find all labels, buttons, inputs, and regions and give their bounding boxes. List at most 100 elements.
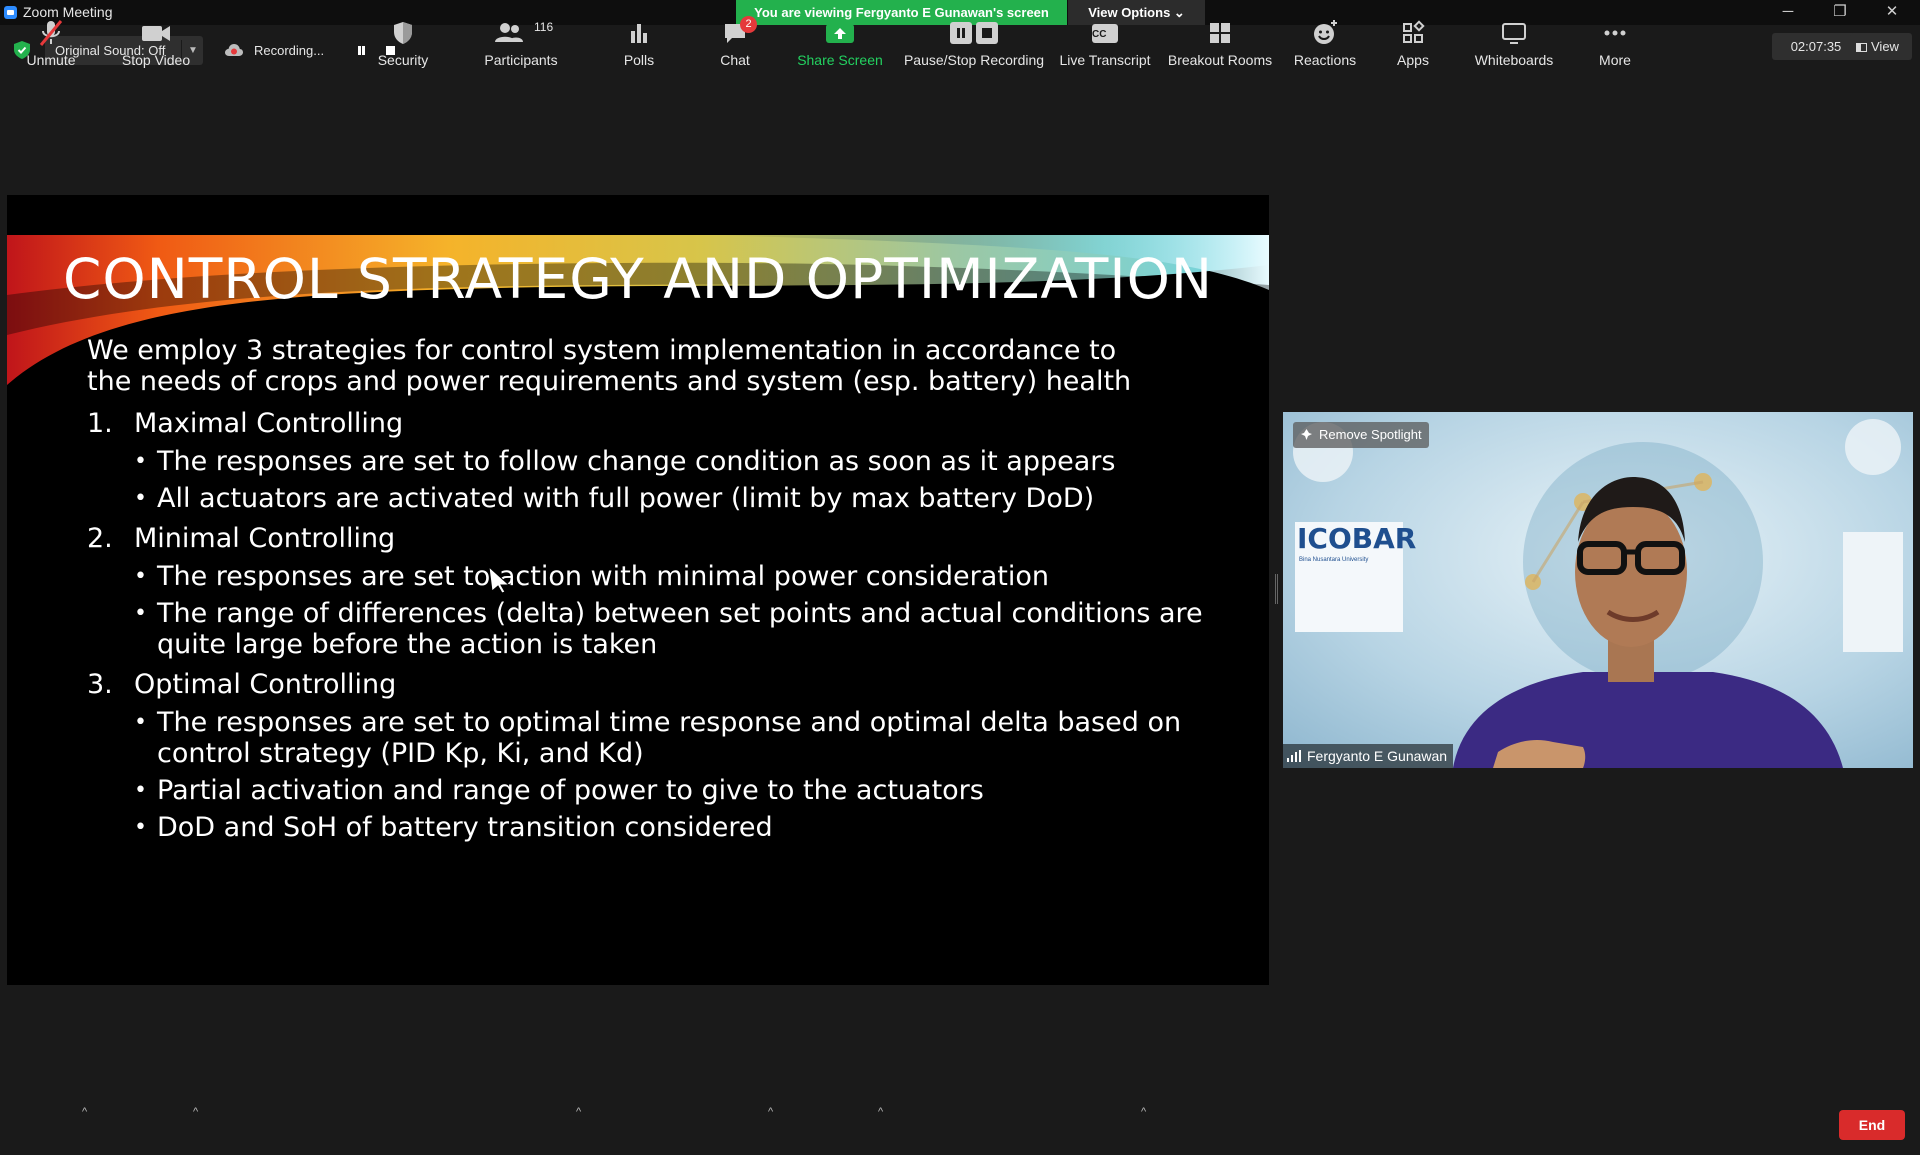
strategy-bullets: The responses are set to follow change c…: [134, 446, 1237, 514]
chat-unread-badge: 2: [740, 16, 757, 33]
slide-body: We employ 3 strategies for control syste…: [87, 335, 1237, 843]
pause-recording-icon[interactable]: [355, 44, 368, 57]
whiteboards-label: Whiteboards: [1474, 52, 1554, 68]
strategy-heading: 3. Optimal Controlling: [87, 668, 1237, 701]
meeting-controls-bar: [0, 1080, 1920, 1155]
chat-icon: 2: [702, 16, 768, 48]
pause-stop-recording-icon: [902, 18, 1046, 48]
chat-button[interactable]: 2 Chat: [702, 16, 768, 68]
speaker-video-tile[interactable]: ICOBAR Bina Nusantara University Remove …: [1283, 412, 1913, 768]
strategy-number: 1.: [87, 408, 113, 439]
view-label: View: [1871, 39, 1899, 54]
more-button[interactable]: More: [1582, 18, 1648, 68]
apps-button[interactable]: Apps: [1380, 18, 1446, 68]
bullet-item: The range of differences (delta) between…: [134, 598, 1237, 660]
mouse-pointer-icon: [488, 565, 511, 593]
chat-options-chevron-icon[interactable]: ^: [768, 1106, 773, 1118]
bullet-item: All actuators are activated with full po…: [134, 483, 1237, 514]
security-button[interactable]: Security: [370, 18, 436, 68]
share-screen-button[interactable]: Share Screen: [796, 18, 884, 68]
spotlight-icon: [1301, 429, 1312, 440]
whiteboard-icon: [1466, 18, 1562, 48]
end-meeting-button[interactable]: End: [1839, 1110, 1905, 1140]
close-button[interactable]: ✕: [1872, 0, 1912, 25]
participants-icon: 116: [482, 18, 560, 48]
share-screen-label: Share Screen: [797, 52, 883, 68]
strategy-title: Optimal Controlling: [134, 669, 397, 700]
intro-line-2: the needs of crops and power requirement…: [87, 366, 1132, 397]
reactions-button[interactable]: Reactions: [1290, 18, 1360, 68]
chat-label: Chat: [720, 52, 750, 68]
polls-icon: [606, 18, 672, 48]
restore-button[interactable]: ❐: [1820, 0, 1860, 25]
view-button[interactable]: View: [1850, 33, 1912, 60]
gallery-view-icon: [1856, 43, 1867, 52]
participant-name-tag: Fergyanto E Gunawan: [1283, 744, 1454, 768]
shared-screen[interactable]: CONTROL STRATEGY AND OPTIMIZATION We emp…: [7, 195, 1269, 985]
participants-options-chevron-icon[interactable]: ^: [576, 1106, 581, 1118]
breakout-rooms-label: Breakout Rooms: [1167, 52, 1273, 68]
bullet-item: The responses are set to action with min…: [134, 561, 1237, 592]
slide-title: CONTROL STRATEGY AND OPTIMIZATION: [62, 247, 1214, 311]
stop-video-label: Stop Video: [121, 52, 191, 68]
participants-button[interactable]: 116 Participants: [482, 18, 560, 68]
share-screen-icon: [796, 18, 884, 48]
strategy-bullets: The responses are set to action with min…: [134, 561, 1237, 660]
muted-microphone-icon: [18, 18, 84, 48]
zoom-app-icon: [4, 6, 17, 19]
strategy-bullets: The responses are set to optimal time re…: [134, 707, 1237, 843]
recording-label: Recording...: [254, 43, 325, 58]
minimize-button[interactable]: ─: [1768, 0, 1808, 25]
bullet-item: DoD and SoH of battery transition consid…: [134, 812, 1237, 843]
stop-video-button[interactable]: Stop Video: [116, 18, 196, 68]
signal-strength-icon: [1287, 750, 1301, 762]
share-options-chevron-icon[interactable]: ^: [878, 1106, 883, 1118]
unmute-label: Unmute: [26, 52, 76, 68]
unmute-button[interactable]: Unmute: [18, 18, 84, 68]
strategy-number: 3.: [87, 669, 113, 700]
participant-name: Fergyanto E Gunawan: [1307, 748, 1448, 764]
participants-label: Participants: [484, 52, 558, 68]
live-transcript-button[interactable]: CC Live Transcript: [1058, 18, 1152, 68]
strategy-title: Maximal Controlling: [134, 408, 404, 439]
apps-icon: [1380, 18, 1446, 48]
slide-intro: We employ 3 strategies for control syste…: [87, 335, 1237, 397]
closed-caption-icon: CC: [1058, 18, 1152, 48]
resize-handle[interactable]: [1275, 574, 1278, 604]
cc-label: CC: [1092, 29, 1107, 40]
bullet-item: Partial activation and range of power to…: [134, 775, 1237, 806]
more-ellipsis-icon: [1582, 18, 1648, 48]
security-shield-icon: [370, 18, 436, 48]
bullet-item: The responses are set to follow change c…: [134, 446, 1237, 477]
strategy-title: Minimal Controlling: [134, 523, 396, 554]
participants-count: 116: [534, 20, 554, 34]
video-camera-icon: [116, 18, 196, 48]
polls-label: Polls: [623, 52, 655, 68]
polls-button[interactable]: Polls: [606, 18, 672, 68]
backdrop-logo: ICOBAR: [1297, 522, 1417, 555]
speaker-video-feed: [1283, 412, 1913, 768]
transcript-options-chevron-icon[interactable]: ^: [1141, 1106, 1146, 1118]
bullet-item: The responses are set to optimal time re…: [134, 707, 1237, 769]
pause-stop-recording-button[interactable]: Pause/Stop Recording: [902, 18, 1046, 68]
remove-spotlight-label: Remove Spotlight: [1319, 427, 1422, 442]
video-options-chevron-icon[interactable]: ^: [193, 1106, 198, 1118]
strategy-number: 2.: [87, 523, 113, 554]
live-transcript-label: Live Transcript: [1059, 52, 1151, 68]
reactions-label: Reactions: [1293, 52, 1357, 68]
audio-options-chevron-icon[interactable]: ^: [82, 1106, 87, 1118]
strategy-heading: 1. Maximal Controlling: [87, 407, 1237, 440]
breakout-rooms-button[interactable]: Breakout Rooms: [1166, 18, 1274, 68]
apps-label: Apps: [1397, 52, 1429, 68]
meeting-timer: 02:07:35: [1772, 33, 1860, 60]
remove-spotlight-button[interactable]: Remove Spotlight: [1293, 422, 1429, 448]
whiteboards-button[interactable]: Whiteboards: [1466, 18, 1562, 68]
cloud-recording-icon: [225, 44, 243, 56]
more-label: More: [1599, 52, 1631, 68]
strategy-heading: 2. Minimal Controlling: [87, 522, 1237, 555]
intro-line-1: We employ 3 strategies for control syste…: [87, 335, 1117, 366]
reactions-smiley-icon: [1290, 18, 1360, 48]
pause-stop-recording-label: Pause/Stop Recording: [903, 52, 1045, 68]
security-label: Security: [377, 52, 429, 68]
breakout-rooms-icon: [1166, 18, 1274, 48]
